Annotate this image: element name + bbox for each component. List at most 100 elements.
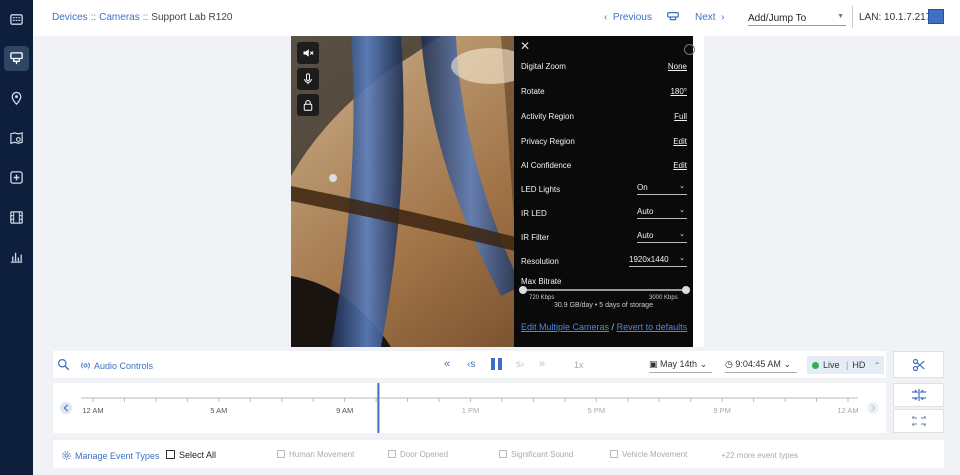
sidebar-item-dashboard[interactable] (4, 7, 29, 32)
camera-controls (297, 42, 319, 120)
edit-multiple-cameras-link[interactable]: Edit Multiple Cameras (521, 322, 609, 332)
setting-label: IR LED (521, 209, 547, 218)
add-jump-select[interactable]: Add/Jump To ▼ (748, 10, 846, 26)
setting-label: Privacy Region (521, 137, 575, 146)
select-value: On (637, 183, 648, 192)
breadcrumb-cameras[interactable]: Cameras (99, 12, 140, 23)
digital-zoom-link[interactable]: None (668, 62, 687, 71)
timeline-next-icon (867, 402, 879, 414)
setting-label: Digital Zoom (521, 62, 566, 71)
film-icon (10, 211, 23, 224)
next-button[interactable]: Next › (695, 12, 724, 23)
settings-links: Edit Multiple Cameras / Revert to defaul… (521, 322, 687, 332)
audio-waves-icon (81, 362, 90, 369)
rotate-link[interactable]: 180° (670, 87, 687, 96)
date-select[interactable]: ▣ May 14th ⌄ (649, 357, 712, 373)
chevron-down-icon: ⌄ (679, 183, 685, 190)
setting-label: AI Confidence (521, 161, 572, 170)
bitrate-slider-handle[interactable] (682, 286, 690, 294)
sidebar-item-cameras[interactable] (4, 46, 29, 71)
sidebar-item-video[interactable] (4, 205, 29, 230)
breadcrumb-separator: :: (90, 12, 97, 23)
chevron-down-icon: ⌄ (679, 255, 685, 262)
network-icon[interactable] (928, 9, 944, 24)
close-icon[interactable]: ✕ (520, 39, 530, 53)
bar-chart-icon (10, 252, 23, 263)
timeline-prev-icon (60, 402, 72, 414)
gear-icon (62, 451, 71, 460)
manage-event-types-button[interactable]: Manage Event Types (61, 450, 159, 461)
select-value: 1920x1440 (629, 255, 669, 264)
next-label: Next (695, 12, 716, 23)
event-types-bar: Manage Event Types Select All Human Move… (53, 440, 944, 468)
camera-icon (10, 52, 23, 65)
mute-button[interactable] (297, 42, 319, 64)
event-type-door-opened[interactable]: Door Opened (388, 450, 448, 459)
event-type-label: Vehicle Movement (622, 450, 688, 459)
setting-label: LED Lights (521, 185, 561, 194)
compress-icon (912, 389, 926, 401)
audio-controls-label: Audio Controls (94, 361, 154, 371)
select-all-checkbox[interactable]: Select All (166, 450, 216, 460)
playback-speed[interactable]: 1x (574, 360, 584, 370)
sidebar-item-devices[interactable] (4, 165, 29, 190)
camera-list-icon[interactable] (666, 10, 680, 24)
chevron-left-icon: ‹ (604, 12, 608, 23)
microphone-button[interactable] (297, 68, 319, 90)
lan-address: LAN: 10.1.7.217 (859, 12, 932, 23)
skip-forward-icon[interactable]: » (539, 358, 545, 370)
time-select[interactable]: ◷ 9:04:45 AM ⌄ (725, 357, 797, 373)
sidebar-item-maps[interactable] (4, 126, 29, 151)
clip-button[interactable] (893, 351, 944, 378)
step-back-icon[interactable]: ‹s (467, 359, 475, 370)
timeline-label: 5 PM (588, 406, 606, 415)
map-pin-icon (11, 91, 22, 106)
revert-defaults-link[interactable]: Revert to defaults (617, 322, 688, 332)
ir-filter-select[interactable]: Auto ⌄ (637, 229, 687, 243)
timeline-scale[interactable]: 12 AM 5 AM 9 AM 1 PM 5 PM 9 PM 12 AM (53, 383, 886, 433)
setting-label: Max Bitrate (521, 277, 562, 286)
header: Devices:: Cameras:: Support Lab R120 ‹ Pre… (33, 0, 960, 36)
activity-region-link[interactable]: Full (674, 112, 687, 121)
privacy-region-link[interactable]: Edit (673, 137, 687, 146)
timeline-zoom-out-button[interactable] (893, 409, 944, 433)
lock-button[interactable] (297, 94, 319, 116)
event-type-vehicle-movement[interactable]: Vehicle Movement (610, 450, 687, 459)
select-value: Auto (637, 231, 654, 240)
led-lights-select[interactable]: On ⌄ (637, 181, 687, 195)
sidebar-item-locations[interactable] (4, 86, 29, 111)
more-event-types[interactable]: +22 more event types (721, 451, 798, 460)
event-type-human-movement[interactable]: Human Movement (277, 450, 354, 459)
timeline[interactable]: 12 AM 5 AM 9 AM 1 PM 5 PM 9 PM 12 AM (53, 383, 886, 433)
select-value: Auto (637, 207, 654, 216)
ai-confidence-link[interactable]: Edit (673, 161, 687, 170)
bitrate-decrease-button[interactable] (519, 286, 527, 294)
resolution-select[interactable]: 1920x1440 ⌄ (629, 253, 687, 267)
playback-control-bar: Audio Controls « ‹s s› » 1x ▣ May 14th ⌄… (53, 351, 886, 378)
event-type-significant-sound[interactable]: Significant Sound (499, 450, 573, 459)
zoom-search-icon[interactable] (57, 358, 70, 371)
timeline-label: 9 PM (713, 406, 731, 415)
time-value: 9:04:45 AM (735, 359, 781, 369)
lock-icon (303, 100, 313, 111)
pause-icon[interactable] (490, 357, 503, 371)
bitrate-slider-track[interactable] (523, 289, 686, 291)
timeline-label: 12 AM (82, 406, 103, 415)
sidebar-item-reports[interactable] (4, 244, 29, 269)
dashboard-icon (10, 14, 23, 25)
ir-led-select[interactable]: Auto ⌄ (637, 205, 687, 219)
map-search-icon (10, 132, 23, 144)
skip-back-icon[interactable]: « (444, 358, 450, 370)
audio-controls-button[interactable]: Audio Controls (80, 360, 153, 371)
chevron-down-icon: ▼ (837, 13, 844, 20)
live-quality-toggle[interactable]: Live | HD ⌃ (807, 356, 884, 374)
quality-label: HD (852, 360, 866, 370)
step-forward-icon[interactable]: s› (516, 359, 524, 370)
timeline-zoom-in-button[interactable] (893, 383, 944, 407)
chevron-down-icon: ⌄ (679, 207, 685, 214)
previous-button[interactable]: ‹ Previous (604, 12, 652, 23)
chevron-up-icon: ⌃ (873, 361, 881, 370)
setting-label: Activity Region (521, 112, 574, 121)
breadcrumb-devices[interactable]: Devices (52, 12, 88, 23)
bitrate-min-label: 720 Kbps (529, 295, 555, 301)
